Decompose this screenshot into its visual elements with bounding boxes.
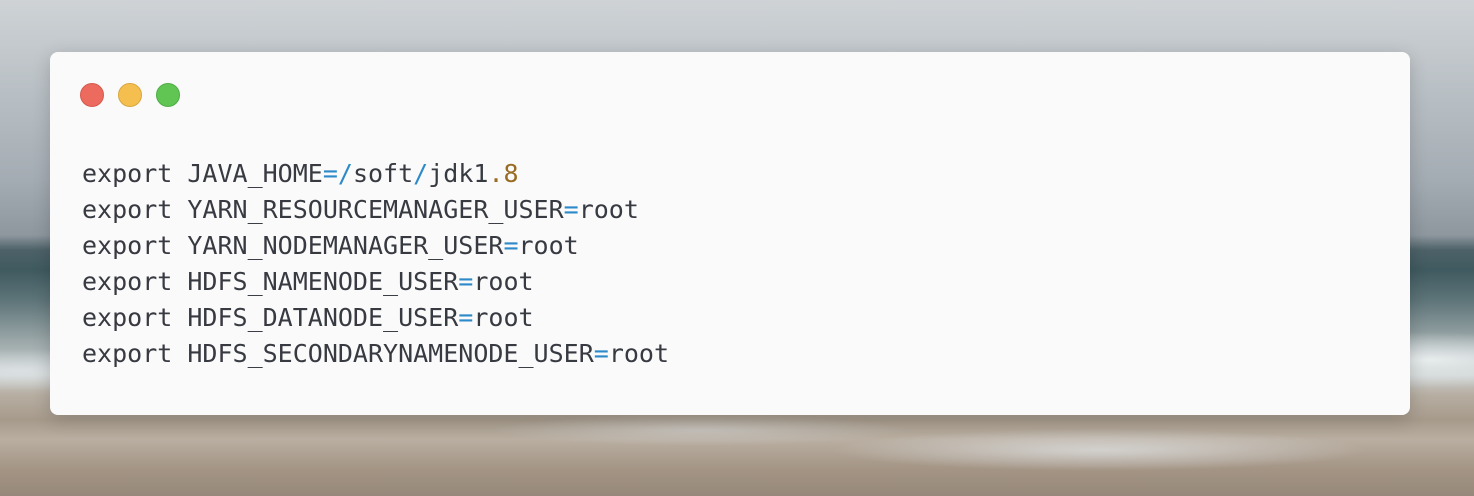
code-token: export YARN_NODEMANAGER_USER [82, 231, 504, 260]
code-line: export YARN_RESOURCEMANAGER_USER=root [82, 192, 669, 228]
maximize-button[interactable] [156, 83, 180, 107]
code-token: soft [352, 159, 414, 188]
code-token: root [473, 267, 534, 296]
code-token: / [413, 159, 429, 188]
code-line: export HDFS_SECONDARYNAMENODE_USER=root [82, 336, 669, 372]
code-line: export JAVA_HOME=/soft/jdk1.8 [82, 156, 669, 192]
code-token: export HDFS_NAMENODE_USER [82, 267, 459, 296]
code-line: export HDFS_DATANODE_USER=root [82, 300, 669, 336]
code-token: export HDFS_SECONDARYNAMENODE_USER [82, 339, 594, 368]
close-button[interactable] [80, 83, 104, 107]
code-line: export HDFS_NAMENODE_USER=root [82, 264, 669, 300]
code-token: export YARN_RESOURCEMANAGER_USER [82, 195, 564, 224]
code-token: = [563, 195, 579, 224]
code-token: = [458, 303, 474, 332]
code-token: root [473, 303, 534, 332]
code-token: root [578, 195, 639, 224]
code-line: export YARN_NODEMANAGER_USER=root [82, 228, 669, 264]
code-token: root [608, 339, 670, 368]
code-token: = [593, 339, 609, 368]
code-token: export HDFS_DATANODE_USER [82, 303, 459, 332]
window-controls [80, 83, 180, 107]
code-token: / [337, 159, 353, 188]
code-block: export JAVA_HOME=/soft/jdk1.8 export YARN… [82, 156, 669, 372]
code-token: .8 [488, 159, 519, 188]
code-token: export JAVA_HOME [82, 159, 323, 188]
code-token: = [503, 231, 519, 260]
code-token: jdk1 [428, 159, 489, 188]
code-token: root [518, 231, 579, 260]
shore-wash [0, 410, 1474, 496]
code-token: = [322, 159, 338, 188]
code-token: = [458, 267, 474, 296]
minimize-button[interactable] [118, 83, 142, 107]
code-window: export JAVA_HOME=/soft/jdk1.8 export YARN… [50, 52, 1410, 415]
